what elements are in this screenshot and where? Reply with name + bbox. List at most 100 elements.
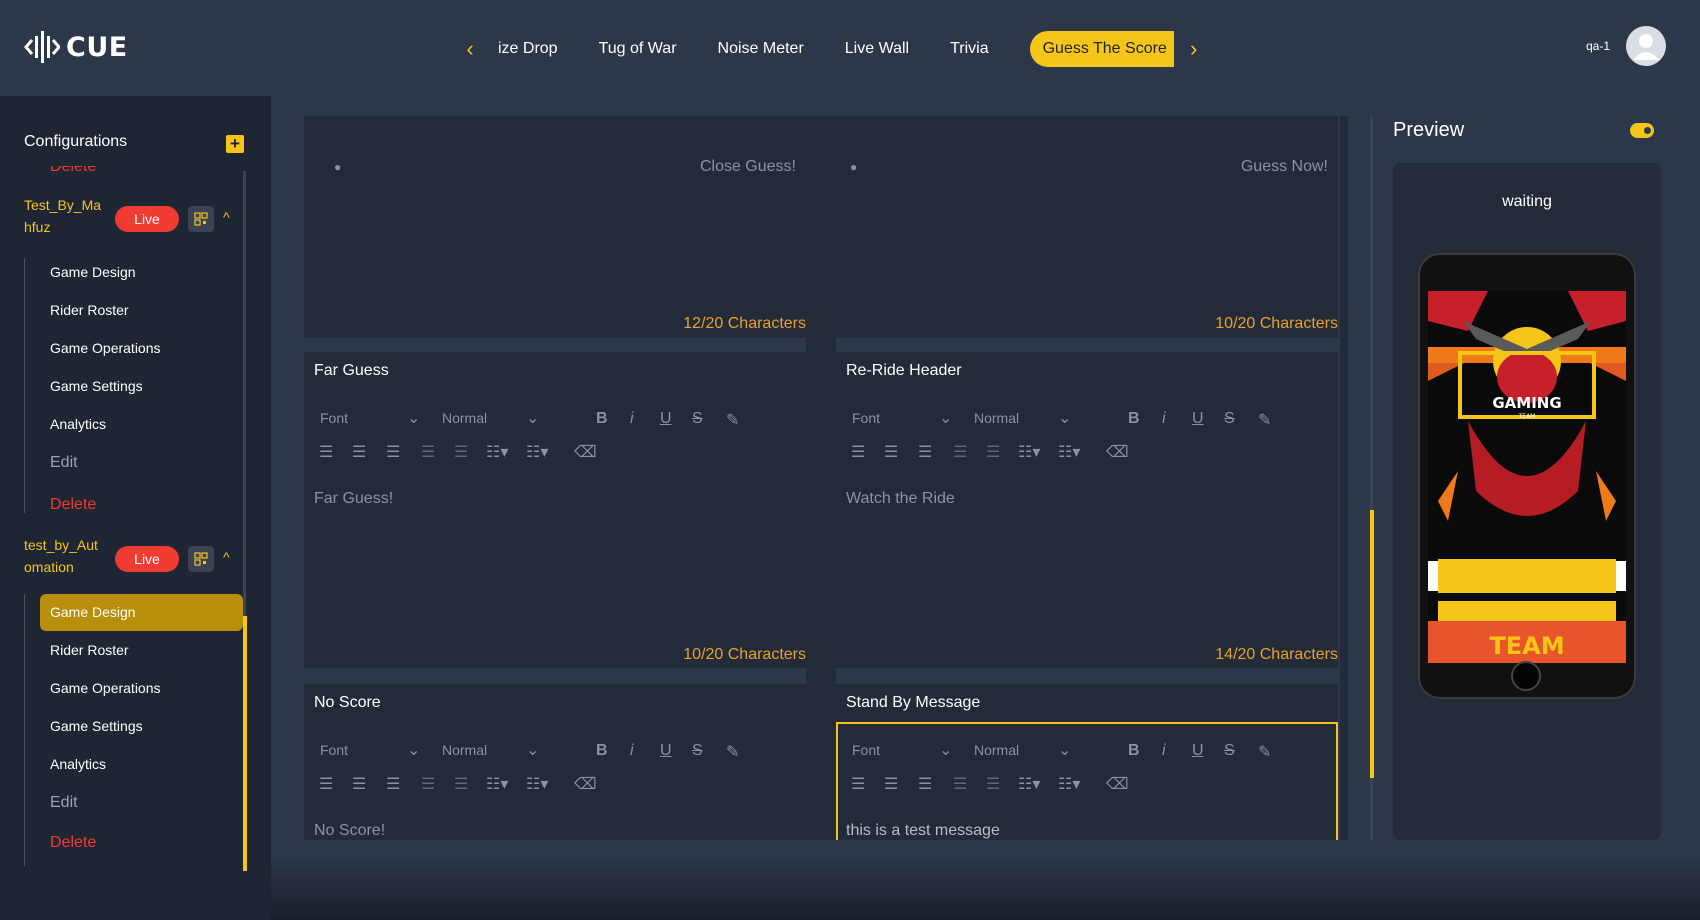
align-center-icon[interactable]: ☰ <box>884 774 898 794</box>
numbered-list-icon[interactable]: ☷▾ <box>486 442 508 462</box>
align-left-icon[interactable]: ☰ <box>851 774 865 794</box>
highlighter-icon[interactable]: ✎ <box>1258 742 1271 762</box>
preview-toggle[interactable] <box>1630 123 1654 138</box>
numbered-list-icon[interactable]: ☷▾ <box>1018 774 1040 794</box>
highlighter-icon[interactable]: ✎ <box>1258 410 1271 430</box>
indent-icon[interactable]: ☰ <box>421 774 435 794</box>
sidebar-item-game-operations[interactable]: Game Operations <box>50 340 161 356</box>
sidebar-item-game-design[interactable]: Game Design <box>40 594 243 631</box>
indent-icon[interactable]: ☰ <box>953 442 967 462</box>
eraser-icon[interactable]: ⌫ <box>1106 442 1129 462</box>
chevron-down-icon[interactable]: ⌄ <box>939 740 952 760</box>
align-right-icon[interactable]: ☰ <box>386 774 400 794</box>
sidebar-item-rider-roster[interactable]: Rider Roster <box>50 302 129 318</box>
editor-content[interactable]: Close Guess! <box>700 158 796 176</box>
sidebar-item-game-settings[interactable]: Game Settings <box>50 378 143 394</box>
align-center-icon[interactable]: ☰ <box>884 442 898 462</box>
qr-code-button[interactable] <box>188 546 214 572</box>
align-left-icon[interactable]: ☰ <box>851 442 865 462</box>
align-right-icon[interactable]: ☰ <box>918 774 932 794</box>
tab-tug-of-war[interactable]: Tug of War <box>599 40 677 58</box>
sidebar-item-delete[interactable]: Delete <box>50 834 96 852</box>
bullet-list-icon[interactable]: ☷▾ <box>1058 774 1080 794</box>
eraser-icon[interactable]: ⌫ <box>1106 774 1129 794</box>
strikethrough-icon[interactable]: S <box>1224 742 1235 760</box>
align-left-icon[interactable]: ☰ <box>319 442 333 462</box>
eraser-icon[interactable]: ⌫ <box>574 442 597 462</box>
bold-icon[interactable]: B <box>596 742 608 760</box>
chevron-down-icon[interactable]: ⌄ <box>407 740 420 760</box>
underline-icon[interactable]: U <box>660 742 672 760</box>
size-select[interactable]: Normal <box>974 742 1019 758</box>
outdent-icon[interactable]: ☰ <box>454 774 468 794</box>
chevron-down-icon[interactable]: ⌄ <box>1058 740 1071 760</box>
tab-noise-meter[interactable]: Noise Meter <box>718 40 804 58</box>
chevron-down-icon[interactable]: ⌄ <box>407 408 420 428</box>
qr-code-button[interactable] <box>188 206 214 232</box>
align-center-icon[interactable]: ☰ <box>352 442 366 462</box>
chevron-down-icon[interactable]: ⌄ <box>526 740 539 760</box>
tab-guess-the-score[interactable]: Guess The Score <box>1029 31 1174 67</box>
sidebar-item-edit[interactable]: Edit <box>50 794 78 812</box>
sidebar-item-game-operations[interactable]: Game Operations <box>50 680 161 696</box>
numbered-list-icon[interactable]: ☷▾ <box>486 774 508 794</box>
tab-trivia[interactable]: Trivia <box>950 40 989 58</box>
italic-icon[interactable]: i <box>1162 410 1166 428</box>
tabs-next-chevron-icon[interactable]: › <box>1184 36 1204 62</box>
align-right-icon[interactable]: ☰ <box>918 442 932 462</box>
italic-icon[interactable]: i <box>1162 742 1166 760</box>
strikethrough-icon[interactable]: S <box>692 742 703 760</box>
strikethrough-icon[interactable]: S <box>692 410 703 428</box>
italic-icon[interactable]: i <box>630 410 634 428</box>
bold-icon[interactable]: B <box>1128 742 1140 760</box>
align-right-icon[interactable]: ☰ <box>386 442 400 462</box>
bold-icon[interactable]: B <box>596 410 608 428</box>
tab-prize-drop[interactable]: ize Drop <box>498 40 558 58</box>
bold-icon[interactable]: B <box>1128 410 1140 428</box>
editor-content[interactable]: Guess Now! <box>1241 158 1328 176</box>
chevron-down-icon[interactable]: ⌄ <box>1058 408 1071 428</box>
highlighter-icon[interactable]: ✎ <box>726 742 739 762</box>
sidebar-delete-cut[interactable]: Delete <box>50 166 96 176</box>
outdent-icon[interactable]: ☰ <box>454 442 468 462</box>
sidebar-item-analytics[interactable]: Analytics <box>50 416 106 432</box>
user-menu[interactable]: qa-1 <box>1586 26 1666 66</box>
size-select[interactable]: Normal <box>442 742 487 758</box>
font-select[interactable]: Font <box>320 410 348 426</box>
underline-icon[interactable]: U <box>1192 410 1204 428</box>
font-select[interactable]: Font <box>320 742 348 758</box>
tabs-prev-chevron-icon[interactable]: ‹ <box>460 36 480 62</box>
font-select[interactable]: Font <box>852 742 880 758</box>
config-name[interactable]: test_by_Aut omation <box>24 534 114 578</box>
add-configuration-button[interactable]: + <box>226 135 244 153</box>
live-badge[interactable]: Live <box>115 546 179 572</box>
size-select[interactable]: Normal <box>442 410 487 426</box>
outdent-icon[interactable]: ☰ <box>986 442 1000 462</box>
strikethrough-icon[interactable]: S <box>1224 410 1235 428</box>
live-badge[interactable]: Live <box>115 206 179 232</box>
indent-icon[interactable]: ☰ <box>953 774 967 794</box>
sidebar-item-analytics[interactable]: Analytics <box>50 756 106 772</box>
indent-icon[interactable]: ☰ <box>421 442 435 462</box>
eraser-icon[interactable]: ⌫ <box>574 774 597 794</box>
tab-live-wall[interactable]: Live Wall <box>845 40 909 58</box>
sidebar-item-game-settings[interactable]: Game Settings <box>50 718 143 734</box>
chevron-down-icon[interactable]: ⌄ <box>526 408 539 428</box>
outdent-icon[interactable]: ☰ <box>986 774 1000 794</box>
bullet-list-icon[interactable]: ☷▾ <box>526 774 548 794</box>
sidebar-item-game-design[interactable]: Game Design <box>50 264 136 280</box>
editor-content[interactable]: this is a test message <box>846 822 1000 840</box>
editor-scrollbar-thumb[interactable] <box>1370 510 1374 778</box>
highlighter-icon[interactable]: ✎ <box>726 410 739 430</box>
size-select[interactable]: Normal <box>974 410 1019 426</box>
collapse-chevron-up-icon[interactable]: ^ <box>223 209 230 225</box>
editor-content[interactable]: Watch the Ride <box>846 490 955 508</box>
avatar[interactable] <box>1626 26 1666 66</box>
editor-content[interactable]: Far Guess! <box>314 490 393 508</box>
italic-icon[interactable]: i <box>630 742 634 760</box>
align-center-icon[interactable]: ☰ <box>352 774 366 794</box>
sidebar-item-rider-roster[interactable]: Rider Roster <box>50 642 129 658</box>
bullet-list-icon[interactable]: ☷▾ <box>526 442 548 462</box>
editor-content[interactable]: No Score! <box>314 822 385 840</box>
app-logo[interactable]: CUE <box>24 30 128 64</box>
